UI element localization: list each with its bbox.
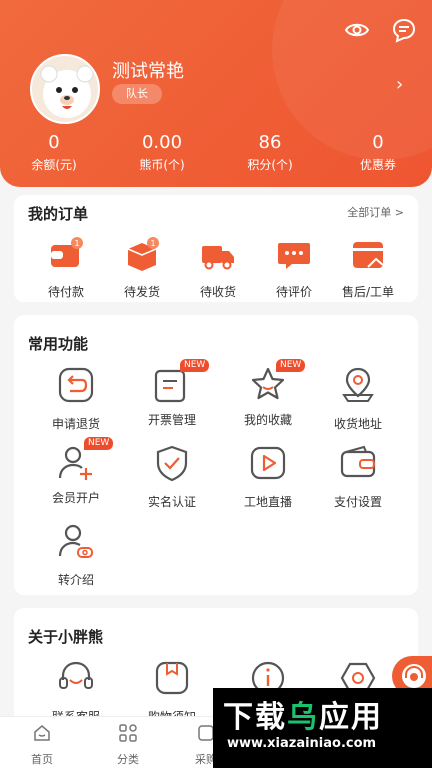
fn-favorites[interactable]: NEW 我的收藏 bbox=[218, 359, 318, 428]
order-label: 售后/工单 bbox=[341, 285, 395, 299]
fn-member-signup[interactable]: NEW 会员开户 bbox=[26, 437, 126, 506]
order-pending-payment[interactable]: 1 待付款 bbox=[26, 237, 106, 300]
tab-home[interactable]: 首页 bbox=[12, 723, 72, 767]
stat-points[interactable]: 86 积分(个) bbox=[220, 132, 320, 173]
watermark-title: 下载乌应用 bbox=[223, 700, 383, 735]
fn-label: 我的收藏 bbox=[243, 413, 292, 427]
stat-bear-coins[interactable]: 0.00 熊币(个) bbox=[112, 132, 212, 173]
stat-value: 0 bbox=[372, 132, 384, 153]
order-label: 待评价 bbox=[275, 285, 312, 299]
message-icon[interactable] bbox=[391, 17, 417, 43]
fn-label: 转介绍 bbox=[57, 573, 94, 587]
fn-address[interactable]: 收货地址 bbox=[308, 365, 408, 432]
wallet-settings-icon bbox=[340, 445, 376, 478]
play-icon bbox=[250, 446, 286, 480]
order-badge: 1 bbox=[150, 239, 155, 248]
fn-label: 支付设置 bbox=[333, 495, 382, 509]
order-label: 待发货 bbox=[123, 285, 160, 299]
order-pending-shipment[interactable]: 1 待发货 bbox=[102, 237, 182, 300]
new-badge: NEW bbox=[180, 359, 210, 372]
fn-label: 开票管理 bbox=[147, 413, 196, 427]
about-customer-service[interactable]: 联系客服 bbox=[26, 658, 126, 725]
new-badge: NEW bbox=[84, 437, 114, 450]
stat-balance[interactable]: 0 余额(元) bbox=[4, 132, 104, 173]
fn-real-name-auth[interactable]: 实名认证 bbox=[122, 443, 222, 510]
orders-title: 我的订单 bbox=[28, 205, 89, 223]
tab-category[interactable]: 分类 bbox=[98, 723, 158, 767]
functions-card: 常用功能 申请退货 NEW 开票管理 NEW 我的收藏 收货地址 NEW 会员开… bbox=[14, 315, 418, 595]
fn-site-live[interactable]: 工地直播 bbox=[218, 443, 318, 510]
referral-icon bbox=[58, 524, 93, 558]
fn-return-request[interactable]: 申请退货 bbox=[26, 365, 126, 432]
notice-icon bbox=[155, 661, 189, 695]
orders-card: 我的订单 全部订单 > 1 待付款 1 待发货 待收货 待评价 售后/工单 bbox=[14, 195, 418, 302]
bear-avatar-icon bbox=[40, 65, 94, 118]
new-badge: NEW bbox=[276, 359, 306, 372]
stat-value: 0.00 bbox=[141, 132, 183, 153]
fn-label: 工地直播 bbox=[243, 495, 292, 509]
fn-label: 申请退货 bbox=[51, 417, 100, 431]
shield-check-icon bbox=[156, 445, 188, 482]
order-label: 待收货 bbox=[199, 285, 236, 299]
stat-label: 优惠券 bbox=[359, 158, 396, 172]
box-icon: 1 bbox=[127, 237, 159, 271]
tab-label: 分类 bbox=[117, 753, 139, 766]
fn-payment-settings[interactable]: 支付设置 bbox=[308, 443, 408, 510]
username: 测试常艳 bbox=[112, 61, 184, 82]
fn-label: 收货地址 bbox=[333, 417, 382, 431]
truck-icon bbox=[202, 246, 234, 270]
fn-invoice[interactable]: NEW 开票管理 bbox=[122, 359, 222, 428]
watermark-banner: 下载乌应用 www.xiazainiao.com bbox=[213, 688, 432, 768]
home-icon bbox=[34, 725, 50, 741]
order-pending-receipt[interactable]: 待收货 bbox=[178, 237, 258, 300]
order-pending-review[interactable]: 待评价 bbox=[254, 237, 334, 300]
all-orders-link[interactable]: 全部订单 > bbox=[347, 204, 404, 220]
stat-coupons[interactable]: 0 优惠券 bbox=[328, 132, 428, 173]
chevron-right-icon[interactable]: › bbox=[396, 74, 403, 95]
return-icon bbox=[58, 367, 94, 403]
chat-dots-icon bbox=[278, 243, 310, 269]
stat-label: 余额(元) bbox=[31, 158, 77, 172]
watermark-url: www.xiazainiao.com bbox=[227, 736, 377, 751]
functions-title: 常用功能 bbox=[28, 335, 89, 353]
fn-referral[interactable]: 转介绍 bbox=[26, 521, 126, 588]
role-badge: 队长 bbox=[112, 84, 162, 104]
stat-value: 86 bbox=[258, 132, 282, 153]
wallet-icon: 1 bbox=[51, 237, 83, 267]
order-after-sale[interactable]: 售后/工单 bbox=[328, 237, 408, 300]
stat-value: 0 bbox=[48, 132, 60, 153]
tab-label: 首页 bbox=[31, 753, 53, 766]
order-badge: 1 bbox=[74, 239, 79, 248]
eye-icon[interactable] bbox=[344, 17, 370, 43]
fn-label: 实名认证 bbox=[147, 495, 196, 509]
stat-label: 积分(个) bbox=[247, 158, 293, 172]
aftersale-icon bbox=[353, 242, 384, 268]
order-label: 待付款 bbox=[47, 285, 84, 299]
headset-icon bbox=[59, 661, 93, 689]
avatar[interactable] bbox=[30, 54, 100, 124]
fn-label: 会员开户 bbox=[51, 491, 100, 505]
stat-label: 熊币(个) bbox=[139, 158, 185, 172]
grid-icon bbox=[119, 724, 137, 742]
about-shopping-notice[interactable]: 购物须知 bbox=[122, 658, 222, 725]
location-icon bbox=[342, 367, 374, 402]
about-title: 关于小胖熊 bbox=[28, 628, 104, 646]
profile-header: 测试常艳 队长 › 0 余额(元) 0.00 熊币(个) 86 积分(个) 0 … bbox=[0, 0, 432, 187]
